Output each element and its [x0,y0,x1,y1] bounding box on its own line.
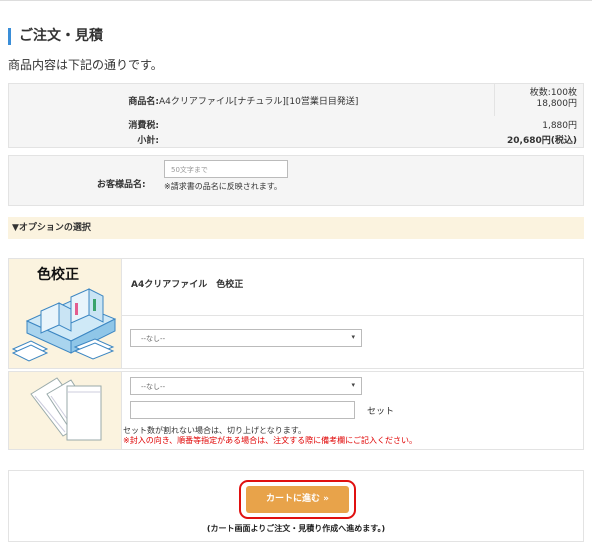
packing-image [9,372,122,449]
options-header: ▼オプションの選択 [8,217,584,239]
packing-select-value: --なし-- [141,383,166,391]
order-summary: 商品名: A4クリアファイル[ナチュラル][10営業日目発送] 枚数:100枚 … [8,83,584,148]
chevron-down-icon: ▾ [351,333,355,341]
option-color-proof: 色校正 A4クリアファイル 色校正 --なし-- ▾ [8,258,584,369]
clear-file-stack-icon [30,377,102,441]
page-title: ご注文・見積 [8,28,103,45]
summary-row-subtotal: 小計: 20,680円(税込) [9,131,583,147]
product-name: A4クリアファイル[ナチュラル][10営業日目発送] [159,97,359,107]
chevron-down-icon: ▾ [351,381,355,389]
tax-value: 1,880円 [542,121,577,131]
set-quantity-input[interactable] [130,401,355,419]
color-proof-image: 色校正 [9,259,122,368]
price-value: 18,800円 [536,99,578,109]
color-proof-name: A4クリアファイル 色校正 [131,280,244,290]
customer-item-name-section: お客様品名: 50文字まで ※請求書の品名に反映されます。 [8,155,584,206]
subtotal-value: 20,680円(税込) [507,136,577,146]
packing-instruction-note: ※封入の向き、順番等指定がある場合は、注文する際に備考欄にご記入ください。 [123,436,417,445]
option-row-divider [121,315,583,316]
color-proof-select[interactable]: --なし-- ▾ [130,329,362,347]
subtotal-label: 小計: [137,136,159,146]
summary-row-tax: 消費税: 1,880円 [9,116,583,131]
customer-item-name-note: ※請求書の品名に反映されます。 [164,182,282,191]
summary-row-product: 商品名: A4クリアファイル[ナチュラル][10営業日目発送] 枚数:100枚 … [9,84,583,117]
customer-item-name-label: お客様品名: [97,180,146,190]
set-unit-label: セット [367,407,395,417]
top-divider [0,0,592,1]
customer-item-name-input[interactable]: 50文字まで [164,160,288,178]
cart-note: (カート画面よりご注文・見積り作成へ進めます。) [206,524,386,533]
product-label: 商品名: [128,97,159,107]
cart-section: カートに進む » (カート画面よりご注文・見積り作成へ進めます。) [8,470,584,542]
color-proof-select-value: --なし-- [141,335,166,343]
page-intro: 商品内容は下記の通りです。 [8,58,163,72]
printing-machine-icon [11,288,117,362]
option-packing: --なし-- ▾ セット セット数が割れない場合は、切り上げとなります。 ※封入… [8,371,584,450]
packing-select[interactable]: --なし-- ▾ [130,377,362,395]
quantity-value: 枚数:100枚 [529,88,577,98]
proceed-to-cart-button[interactable]: カートに進む » [246,486,349,513]
tax-label: 消費税: [128,121,159,131]
quantity-cell: 枚数:100枚 18,800円 [494,84,583,116]
